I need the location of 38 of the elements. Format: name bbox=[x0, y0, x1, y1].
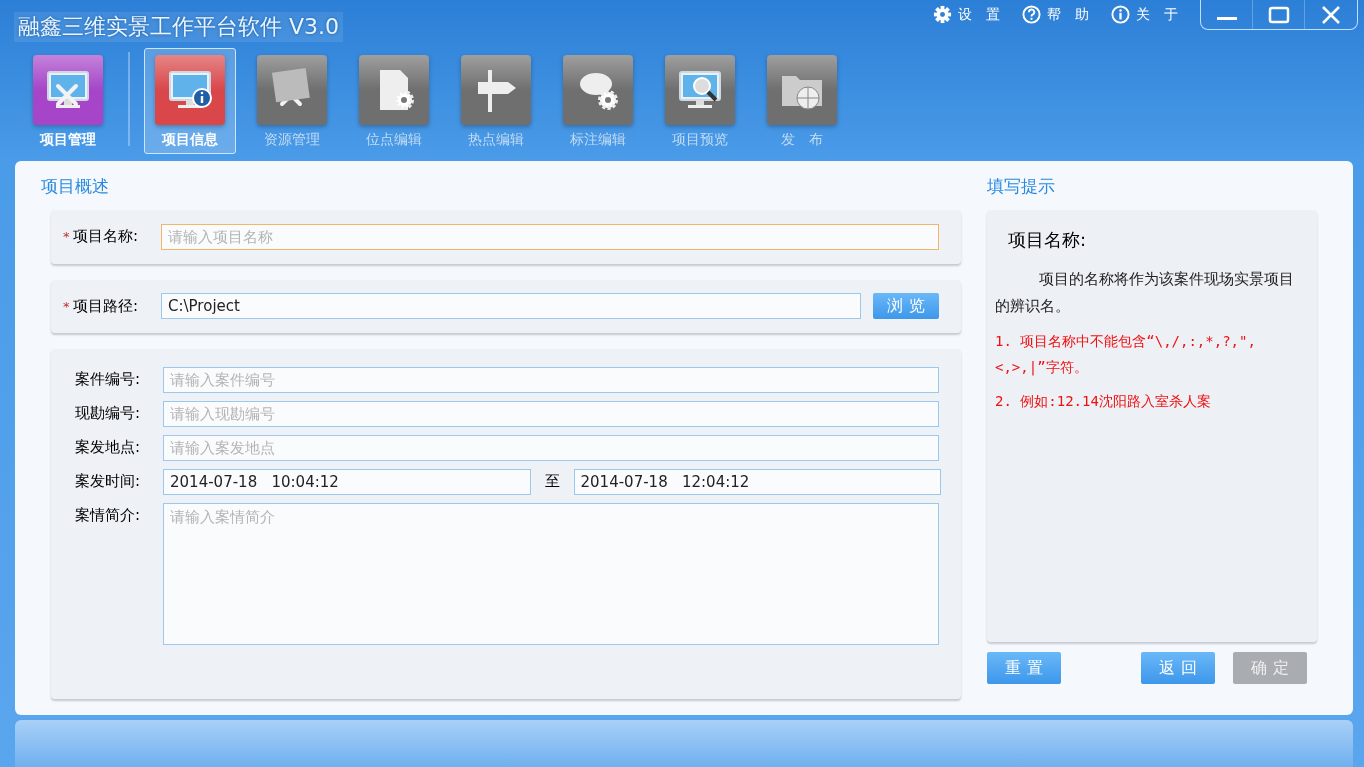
toolbar-tab[interactable]: 项目信息 bbox=[144, 48, 236, 154]
range-separator: 至 bbox=[544, 472, 560, 492]
info-icon bbox=[1111, 5, 1130, 24]
tip-rule: 1. 项目名称中不能包含“\,/,:,*,?,",<,>,|”字符。 bbox=[995, 332, 1257, 378]
action-button[interactable]: 重 置 bbox=[987, 652, 1061, 684]
close-icon bbox=[1320, 3, 1342, 26]
field-label: 现勘编号: bbox=[75, 403, 142, 424]
minimize-icon bbox=[1216, 17, 1237, 20]
section-title: 项目概述 bbox=[41, 175, 110, 198]
browse-button[interactable]: 浏 览 bbox=[873, 293, 939, 320]
menu-link[interactable]: 设 置 bbox=[933, 5, 1000, 24]
input-field[interactable]: 请输入案件编号 bbox=[163, 367, 939, 394]
action-button[interactable]: 返 回 bbox=[1141, 652, 1215, 684]
input-field[interactable]: 请输入案发地点 bbox=[163, 435, 939, 462]
date-field[interactable]: 2014-07-18 12:04:12 bbox=[573, 469, 941, 496]
field-label: 案发地点: bbox=[75, 437, 142, 458]
date-field[interactable]: 2014-07-18 10:04:12 bbox=[163, 469, 531, 496]
input-field[interactable]: 请输入现勘编号 bbox=[163, 401, 939, 428]
menu-link[interactable]: 关 于 bbox=[1111, 5, 1178, 24]
field-label: 案件编号: bbox=[75, 369, 142, 390]
settings-icon bbox=[933, 5, 952, 24]
tip-text: 项目的名称将作为该案件现场实景项目的辨识名。 bbox=[995, 269, 1295, 317]
field-label: 项目名称: bbox=[73, 227, 140, 247]
section-title: 填写提示 bbox=[987, 175, 1056, 198]
input-field[interactable]: C:\Project bbox=[161, 293, 861, 320]
field-label: 项目路径: bbox=[73, 296, 140, 316]
field-label: 案情简介: bbox=[75, 505, 142, 526]
window-title: 融鑫三维实景工作平台软件 V3.0 bbox=[14, 12, 344, 42]
required-marker: * bbox=[63, 229, 71, 245]
menu-link[interactable]: 帮 助 bbox=[1022, 5, 1089, 24]
field-label: 案发时间: bbox=[75, 471, 142, 492]
text-area[interactable]: 请输入案情简介 bbox=[163, 503, 939, 646]
help-icon bbox=[1022, 5, 1041, 24]
input-field[interactable]: 请输入项目名称 bbox=[161, 223, 939, 250]
tip-heading: 项目名称: bbox=[1008, 228, 1088, 252]
required-marker: * bbox=[63, 298, 71, 314]
tip-rule: 2. 例如:12.14沈阳路入室杀人案 bbox=[995, 392, 1212, 411]
toolbar-tab[interactable]: 项目管理 bbox=[22, 48, 114, 154]
